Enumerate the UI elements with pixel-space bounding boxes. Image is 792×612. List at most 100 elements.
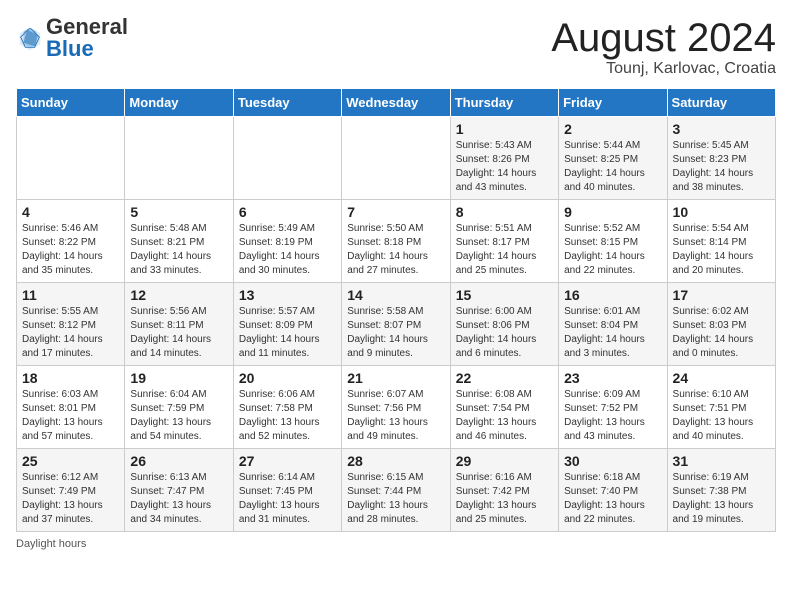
calendar-cell: 19 Sunrise: 6:04 AM Sunset: 7:59 PM Dayli… bbox=[125, 366, 233, 449]
day-number: 2 bbox=[564, 121, 661, 137]
calendar-cell: 26 Sunrise: 6:13 AM Sunset: 7:47 PM Dayli… bbox=[125, 449, 233, 532]
day-info: Sunrise: 6:15 AM Sunset: 7:44 PM Dayligh… bbox=[347, 471, 444, 527]
calendar-cell: 25Sunrise: 6:12 AM Sunset: 7:49 PM Dayli… bbox=[17, 449, 125, 532]
weekday-header-sunday: Sunday bbox=[17, 89, 125, 117]
day-info: Sunrise: 6:07 AM Sunset: 7:56 PM Dayligh… bbox=[347, 388, 444, 444]
calendar-cell: 6Sunrise: 5:49 AM Sunset: 8:19 PM Daylig… bbox=[233, 200, 341, 283]
calendar-cell: 28 Sunrise: 6:15 AM Sunset: 7:44 PM Dayli… bbox=[342, 449, 450, 532]
day-number: 27 bbox=[239, 453, 336, 469]
day-info: Sunrise: 6:09 AM Sunset: 7:52 PM Dayligh… bbox=[564, 388, 661, 444]
day-number: 9 bbox=[564, 204, 661, 220]
day-info: Sunrise: 6:13 AM Sunset: 7:47 PM Dayligh… bbox=[130, 471, 227, 527]
day-info: Sunrise: 6:02 AM Sunset: 8:03 PM Dayligh… bbox=[673, 305, 770, 361]
calendar-cell: 1 Sunrise: 5:43 AM Sunset: 8:26 PM Daylig… bbox=[450, 117, 558, 200]
calendar-cell: 3Sunrise: 5:45 AM Sunset: 8:23 PM Daylig… bbox=[667, 117, 775, 200]
day-number: 11 bbox=[22, 287, 119, 303]
day-number: 29 bbox=[456, 453, 553, 469]
day-info: Sunrise: 5:48 AM Sunset: 8:21 PM Dayligh… bbox=[130, 222, 227, 278]
weekday-header-thursday: Thursday bbox=[450, 89, 558, 117]
weekday-header-row: SundayMondayTuesdayWednesdayThursdayFrid… bbox=[17, 89, 776, 117]
day-number: 25 bbox=[22, 453, 119, 469]
calendar-cell bbox=[233, 117, 341, 200]
calendar-cell bbox=[125, 117, 233, 200]
day-number: 22 bbox=[456, 370, 553, 386]
day-info: Sunrise: 5:45 AM Sunset: 8:23 PM Dayligh… bbox=[673, 139, 770, 195]
day-info: Sunrise: 6:14 AM Sunset: 7:45 PM Dayligh… bbox=[239, 471, 336, 527]
day-info: Sunrise: 5:44 AM Sunset: 8:25 PM Dayligh… bbox=[564, 139, 661, 195]
day-number: 7 bbox=[347, 204, 444, 220]
calendar-title: August 2024 bbox=[551, 16, 776, 60]
day-info: Sunrise: 6:04 AM Sunset: 7:59 PM Dayligh… bbox=[130, 388, 227, 444]
day-number: 21 bbox=[347, 370, 444, 386]
title-block: August 2024 Tounj, Karlovac, Croatia bbox=[551, 16, 776, 78]
weekday-header-tuesday: Tuesday bbox=[233, 89, 341, 117]
calendar-cell bbox=[342, 117, 450, 200]
calendar-cell: 18 Sunrise: 6:03 AM Sunset: 8:01 PM Dayli… bbox=[17, 366, 125, 449]
calendar-cell: 27 Sunrise: 6:14 AM Sunset: 7:45 PM Dayli… bbox=[233, 449, 341, 532]
calendar-cell: 5 Sunrise: 5:48 AM Sunset: 8:21 PM Daylig… bbox=[125, 200, 233, 283]
day-number: 12 bbox=[130, 287, 227, 303]
day-info: Sunrise: 5:46 AM Sunset: 8:22 PM Dayligh… bbox=[22, 222, 119, 278]
logo: General Blue bbox=[16, 16, 128, 60]
day-info: Sunrise: 5:50 AM Sunset: 8:18 PM Dayligh… bbox=[347, 222, 444, 278]
day-number: 30 bbox=[564, 453, 661, 469]
footer-note: Daylight hours bbox=[16, 538, 776, 550]
calendar-cell: 12Sunrise: 5:56 AM Sunset: 8:11 PM Dayli… bbox=[125, 283, 233, 366]
calendar-cell: 2 Sunrise: 5:44 AM Sunset: 8:25 PM Daylig… bbox=[559, 117, 667, 200]
day-number: 13 bbox=[239, 287, 336, 303]
week-row-5: 25Sunrise: 6:12 AM Sunset: 7:49 PM Dayli… bbox=[17, 449, 776, 532]
week-row-3: 11Sunrise: 5:55 AM Sunset: 8:12 PM Dayli… bbox=[17, 283, 776, 366]
day-info: Sunrise: 6:08 AM Sunset: 7:54 PM Dayligh… bbox=[456, 388, 553, 444]
day-info: Sunrise: 5:54 AM Sunset: 8:14 PM Dayligh… bbox=[673, 222, 770, 278]
calendar-cell: 13 Sunrise: 5:57 AM Sunset: 8:09 PM Dayli… bbox=[233, 283, 341, 366]
day-number: 28 bbox=[347, 453, 444, 469]
calendar-cell: 29 Sunrise: 6:16 AM Sunset: 7:42 PM Dayli… bbox=[450, 449, 558, 532]
calendar-cell: 8 Sunrise: 5:51 AM Sunset: 8:17 PM Daylig… bbox=[450, 200, 558, 283]
calendar-cell: 17Sunrise: 6:02 AM Sunset: 8:03 PM Dayli… bbox=[667, 283, 775, 366]
day-info: Sunrise: 5:57 AM Sunset: 8:09 PM Dayligh… bbox=[239, 305, 336, 361]
week-row-2: 4 Sunrise: 5:46 AM Sunset: 8:22 PM Daylig… bbox=[17, 200, 776, 283]
day-info: Sunrise: 6:06 AM Sunset: 7:58 PM Dayligh… bbox=[239, 388, 336, 444]
logo-text: General Blue bbox=[46, 16, 128, 60]
calendar-cell: 10 Sunrise: 5:54 AM Sunset: 8:14 PM Dayli… bbox=[667, 200, 775, 283]
day-number: 5 bbox=[130, 204, 227, 220]
day-info: Sunrise: 6:19 AM Sunset: 7:38 PM Dayligh… bbox=[673, 471, 770, 527]
calendar-subtitle: Tounj, Karlovac, Croatia bbox=[551, 60, 776, 78]
day-number: 15 bbox=[456, 287, 553, 303]
day-number: 26 bbox=[130, 453, 227, 469]
day-info: Sunrise: 5:43 AM Sunset: 8:26 PM Dayligh… bbox=[456, 139, 553, 195]
weekday-header-friday: Friday bbox=[559, 89, 667, 117]
day-number: 18 bbox=[22, 370, 119, 386]
calendar-cell bbox=[17, 117, 125, 200]
calendar-cell: 7 Sunrise: 5:50 AM Sunset: 8:18 PM Daylig… bbox=[342, 200, 450, 283]
day-number: 20 bbox=[239, 370, 336, 386]
calendar-cell: 31 Sunrise: 6:19 AM Sunset: 7:38 PM Dayli… bbox=[667, 449, 775, 532]
calendar-cell: 23 Sunrise: 6:09 AM Sunset: 7:52 PM Dayli… bbox=[559, 366, 667, 449]
day-number: 8 bbox=[456, 204, 553, 220]
calendar-cell: 11Sunrise: 5:55 AM Sunset: 8:12 PM Dayli… bbox=[17, 283, 125, 366]
day-number: 23 bbox=[564, 370, 661, 386]
calendar-cell: 14Sunrise: 5:58 AM Sunset: 8:07 PM Dayli… bbox=[342, 283, 450, 366]
day-number: 10 bbox=[673, 204, 770, 220]
day-info: Sunrise: 6:18 AM Sunset: 7:40 PM Dayligh… bbox=[564, 471, 661, 527]
day-info: Sunrise: 5:51 AM Sunset: 8:17 PM Dayligh… bbox=[456, 222, 553, 278]
day-number: 31 bbox=[673, 453, 770, 469]
calendar-cell: 21 Sunrise: 6:07 AM Sunset: 7:56 PM Dayli… bbox=[342, 366, 450, 449]
day-number: 1 bbox=[456, 121, 553, 137]
calendar-table: SundayMondayTuesdayWednesdayThursdayFrid… bbox=[16, 88, 776, 532]
day-number: 24 bbox=[673, 370, 770, 386]
day-number: 19 bbox=[130, 370, 227, 386]
week-row-1: 1 Sunrise: 5:43 AM Sunset: 8:26 PM Daylig… bbox=[17, 117, 776, 200]
day-info: Sunrise: 6:16 AM Sunset: 7:42 PM Dayligh… bbox=[456, 471, 553, 527]
calendar-cell: 20 Sunrise: 6:06 AM Sunset: 7:58 PM Dayli… bbox=[233, 366, 341, 449]
day-info: Sunrise: 6:03 AM Sunset: 8:01 PM Dayligh… bbox=[22, 388, 119, 444]
week-row-4: 18 Sunrise: 6:03 AM Sunset: 8:01 PM Dayli… bbox=[17, 366, 776, 449]
calendar-cell: 9Sunrise: 5:52 AM Sunset: 8:15 PM Daylig… bbox=[559, 200, 667, 283]
weekday-header-monday: Monday bbox=[125, 89, 233, 117]
day-number: 4 bbox=[22, 204, 119, 220]
page-header: General Blue August 2024 Tounj, Karlovac… bbox=[16, 16, 776, 78]
calendar-cell: 4 Sunrise: 5:46 AM Sunset: 8:22 PM Daylig… bbox=[17, 200, 125, 283]
calendar-cell: 16Sunrise: 6:01 AM Sunset: 8:04 PM Dayli… bbox=[559, 283, 667, 366]
calendar-cell: 22 Sunrise: 6:08 AM Sunset: 7:54 PM Dayli… bbox=[450, 366, 558, 449]
day-number: 14 bbox=[347, 287, 444, 303]
